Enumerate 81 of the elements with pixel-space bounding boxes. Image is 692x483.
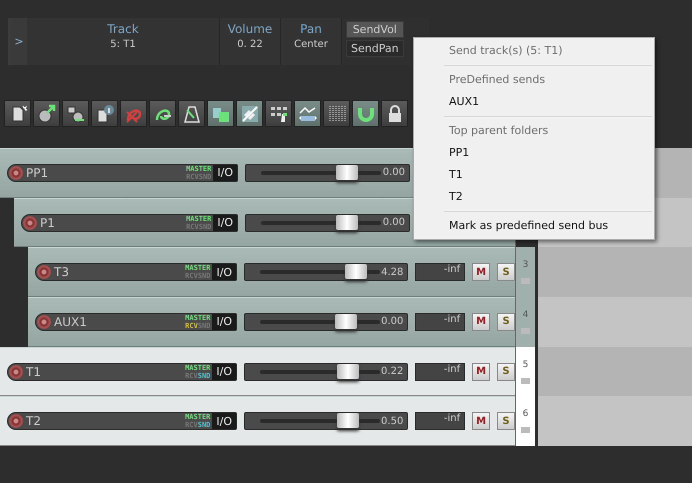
volume-fader[interactable]: 4.28 bbox=[244, 263, 408, 282]
toolbar-button[interactable] bbox=[294, 100, 321, 127]
column-header: Track bbox=[107, 22, 139, 36]
volume-fader[interactable]: 0.00 bbox=[245, 164, 410, 182]
track-number: 4 bbox=[522, 310, 528, 320]
record-arm-icon[interactable] bbox=[37, 314, 51, 329]
track-name: T1 bbox=[26, 364, 42, 379]
toolbar-button[interactable] bbox=[323, 100, 350, 127]
toolbar-button[interactable] bbox=[4, 100, 31, 127]
track-number: 6 bbox=[522, 409, 528, 420]
io-button[interactable]: I/O bbox=[212, 264, 236, 280]
volume-value: 0.50 bbox=[380, 416, 404, 427]
volume-value: 0.22 bbox=[380, 366, 404, 378]
solo-button[interactable]: S bbox=[497, 312, 515, 331]
column-header: Pan bbox=[300, 22, 322, 36]
toolbar-button[interactable] bbox=[381, 100, 408, 127]
io-button[interactable]: I/O bbox=[213, 164, 237, 181]
toolbar-button[interactable] bbox=[265, 100, 292, 127]
io-button[interactable]: I/O bbox=[212, 364, 236, 380]
toolbar-button[interactable] bbox=[33, 100, 60, 127]
volume-value: 4.28 bbox=[380, 266, 404, 278]
volume-value: 0.00 bbox=[382, 167, 406, 178]
track-number: 3 bbox=[522, 260, 528, 270]
level-meter: -inf bbox=[415, 263, 466, 282]
volume-fader[interactable]: 0.50 bbox=[244, 412, 408, 430]
toolbar-button[interactable] bbox=[149, 100, 176, 127]
column-value: 5: T1 bbox=[110, 39, 136, 50]
record-arm-icon[interactable] bbox=[9, 166, 23, 180]
volume-value: 0.00 bbox=[382, 217, 406, 228]
solo-button[interactable]: S bbox=[497, 362, 515, 381]
menu-item[interactable]: AUX1 bbox=[414, 91, 654, 113]
record-arm-icon[interactable] bbox=[9, 414, 23, 428]
menu-header: Top parent folders bbox=[448, 123, 550, 139]
track-name: P1 bbox=[40, 216, 56, 230]
menu-header: PreDefined sends bbox=[448, 72, 546, 88]
column-value: 0. 22 bbox=[237, 39, 263, 50]
mute-button[interactable]: M bbox=[472, 263, 490, 282]
toolbar-button[interactable] bbox=[352, 100, 379, 127]
track-name: PP1 bbox=[26, 166, 50, 180]
level-meter: -inf bbox=[415, 412, 466, 430]
fader-thumb[interactable] bbox=[336, 164, 358, 180]
volume-value: 0.00 bbox=[380, 316, 404, 328]
menu-header: Send track(s) (5: T1) bbox=[448, 43, 564, 59]
io-button[interactable]: I/O bbox=[212, 413, 236, 430]
toolbar-button[interactable] bbox=[207, 100, 234, 127]
toolbar-button[interactable] bbox=[62, 100, 89, 127]
mute-button[interactable]: M bbox=[472, 412, 490, 430]
fader-thumb[interactable] bbox=[336, 364, 359, 379]
io-button[interactable]: I/O bbox=[212, 314, 236, 330]
track-name: T3 bbox=[54, 265, 70, 280]
toolbar-button[interactable] bbox=[236, 100, 263, 127]
expand-button[interactable]: > bbox=[11, 18, 27, 65]
solo-button[interactable]: S bbox=[497, 263, 515, 282]
level-meter: -inf bbox=[415, 312, 466, 331]
mute-button[interactable]: M bbox=[472, 312, 490, 331]
fader-thumb[interactable] bbox=[345, 264, 368, 280]
metronome-icon bbox=[182, 104, 202, 124]
send-button[interactable]: SendVol bbox=[346, 21, 404, 38]
track-number: 5 bbox=[522, 360, 528, 370]
track-name: AUX1 bbox=[54, 314, 88, 329]
track-name: T2 bbox=[26, 414, 42, 428]
fader-thumb[interactable] bbox=[336, 413, 359, 428]
column-value: Center bbox=[294, 39, 328, 50]
solo-button[interactable]: S bbox=[497, 412, 515, 430]
volume-fader[interactable]: 0.22 bbox=[244, 362, 408, 381]
record-arm-icon[interactable] bbox=[23, 216, 37, 230]
dot-grid-icon bbox=[326, 104, 346, 124]
mute-button[interactable]: M bbox=[472, 362, 490, 381]
column-header: Volume bbox=[228, 22, 272, 36]
toolbar-button[interactable] bbox=[91, 100, 118, 127]
file-info-icon bbox=[94, 104, 114, 124]
volume-fader[interactable]: 0.00 bbox=[245, 214, 410, 232]
fader-thumb[interactable] bbox=[336, 214, 358, 230]
record-arm-icon[interactable] bbox=[37, 265, 51, 280]
volume-fader[interactable]: 0.00 bbox=[244, 312, 408, 331]
record-arm-icon[interactable] bbox=[9, 364, 23, 379]
io-button[interactable]: I/O bbox=[213, 214, 237, 230]
send-button[interactable]: SendPan bbox=[346, 40, 404, 57]
fader-thumb[interactable] bbox=[335, 314, 358, 329]
level-meter: -inf bbox=[415, 362, 466, 381]
toolbar-button[interactable] bbox=[178, 100, 205, 127]
